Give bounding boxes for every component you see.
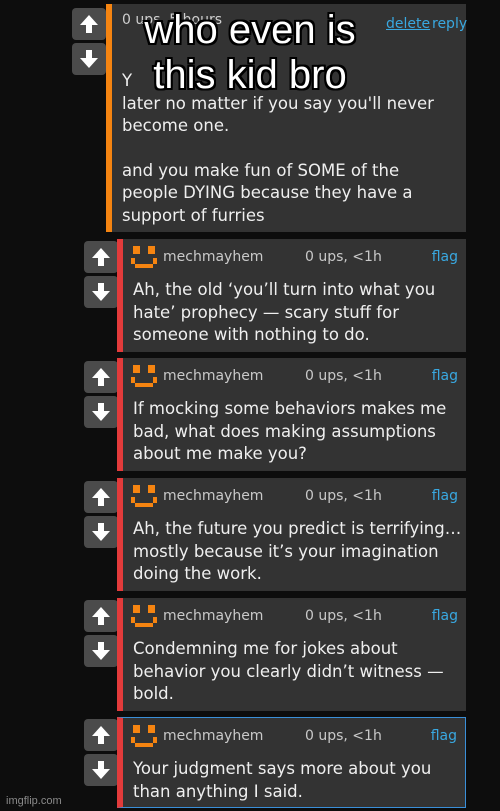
reply-line: about me make you? (133, 444, 307, 463)
comment-line: become one. (122, 116, 230, 135)
comment-line: people DYING because they have a (122, 183, 413, 202)
flag-link[interactable]: flag (431, 728, 457, 744)
reply-comment: mechmayhem 0 ups, <1h flag Ah, the old ‘… (117, 239, 466, 352)
username[interactable]: mechmayhem (163, 249, 263, 265)
pixel-smiley-icon (131, 725, 157, 747)
reply-line: Condemning me for jokes about (133, 639, 398, 658)
comment-meta: 0 ups, 5 hours (122, 12, 223, 28)
arrow-down-icon (92, 403, 110, 421)
reply-body: Ah, the old ‘you’ll turn into what you h… (133, 279, 435, 347)
pixel-smiley-icon (131, 485, 157, 507)
flag-link[interactable]: flag (432, 608, 458, 624)
comment-line: support of furries (122, 205, 265, 225)
watermark: imgflip.com (6, 795, 62, 807)
reply-meta: 0 ups, <1h (305, 488, 382, 504)
arrow-down-icon (80, 50, 98, 68)
flag-link[interactable]: flag (432, 249, 458, 265)
upvote-button[interactable] (72, 8, 106, 40)
comment-body: Y later no matter if you say you'll neve… (122, 70, 434, 227)
reply-line: hate’ prophecy — scary stuff for (133, 302, 399, 322)
downvote-button[interactable] (84, 516, 118, 548)
reply-line: bold. (133, 684, 174, 703)
flag-link[interactable]: flag (432, 368, 458, 384)
flag-link[interactable]: flag (432, 488, 458, 504)
reply-line: Ah, the future you predict is terrifying… (133, 519, 462, 538)
reply-line: mostly because it’s your imagination (133, 541, 439, 561)
pixel-smiley-icon (131, 246, 157, 268)
arrow-up-icon (92, 726, 110, 744)
reply-comment: mechmayhem 0 ups, <1h flag Condemning me… (117, 598, 466, 711)
upvote-button[interactable] (84, 361, 118, 393)
reply-line: Ah, the old ‘you’ll turn into what you (133, 280, 436, 299)
downvote-button[interactable] (84, 754, 118, 786)
downvote-button[interactable] (84, 276, 118, 308)
upvote-button[interactable] (84, 241, 118, 273)
reply-meta: 0 ups, <1h (305, 249, 382, 265)
comment-line: Y (122, 71, 133, 90)
arrow-up-icon (80, 15, 98, 33)
reply-line: someone with nothing to do. (133, 325, 370, 344)
arrow-up-icon (92, 368, 110, 386)
username[interactable]: mechmayhem (163, 488, 263, 504)
pixel-smiley-icon (131, 365, 157, 387)
reply-comment-selected: mechmayhem 0 ups, <1h flag Your judgment… (117, 717, 466, 808)
reply-body: Condemning me for jokes about behavior y… (133, 638, 444, 706)
reply-line: doing the work. (133, 564, 262, 583)
arrow-up-icon (92, 488, 110, 506)
arrow-down-icon (92, 642, 110, 660)
reply-line: behavior you clearly didn’t witness — (133, 661, 444, 681)
reply-meta: 0 ups, <1h (305, 608, 382, 624)
upvote-button[interactable] (84, 600, 118, 632)
downvote-button[interactable] (84, 396, 118, 428)
reply-line: bad, what does making assumptions (133, 421, 436, 441)
upvote-button[interactable] (84, 719, 118, 751)
pixel-smiley-icon (131, 605, 157, 627)
upvote-button[interactable] (84, 481, 118, 513)
comment-line: later no matter if you say you'll never (122, 93, 434, 113)
downvote-button[interactable] (84, 635, 118, 667)
reply-body: Your judgment says more about you than a… (133, 758, 431, 803)
reply-meta: 0 ups, <1h (305, 368, 382, 384)
arrow-up-icon (92, 248, 110, 266)
username[interactable]: mechmayhem (163, 368, 263, 384)
reply-comment: mechmayhem 0 ups, <1h flag If mocking so… (117, 358, 466, 471)
top-comment: 0 ups, 5 hours delete reply Y later no m… (106, 4, 467, 232)
arrow-down-icon (92, 283, 110, 301)
downvote-button[interactable] (72, 43, 106, 75)
reply-comment: mechmayhem 0 ups, <1h flag Ah, the futur… (117, 478, 466, 591)
reply-body: If mocking some behaviors makes me bad, … (133, 398, 446, 466)
username[interactable]: mechmayhem (163, 728, 263, 744)
arrow-up-icon (92, 607, 110, 625)
reply-line: Your judgment says more about you (133, 759, 432, 778)
arrow-down-icon (92, 523, 110, 541)
reply-body: Ah, the future you predict is terrifying… (133, 518, 461, 586)
delete-link[interactable]: delete (386, 16, 430, 32)
reply-line: If mocking some behaviors makes me (133, 399, 447, 418)
reply-link[interactable]: reply (432, 16, 467, 32)
reply-line: than anything I said. (133, 781, 303, 801)
comment-line: and you make fun of SOME of the (122, 160, 400, 180)
username[interactable]: mechmayhem (163, 608, 263, 624)
reply-meta: 0 ups, <1h (305, 728, 382, 744)
arrow-down-icon (92, 761, 110, 779)
